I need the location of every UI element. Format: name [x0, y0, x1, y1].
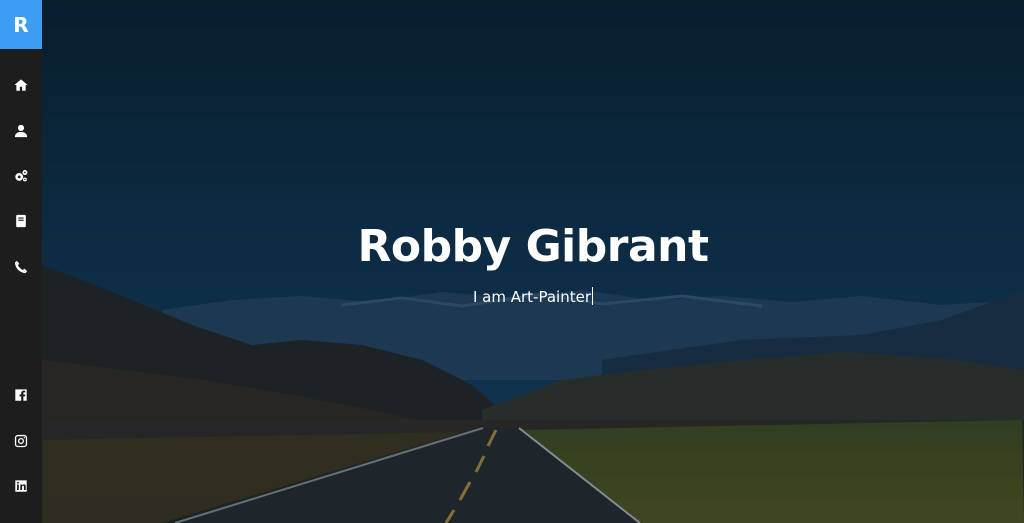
home-icon — [14, 79, 28, 91]
book-icon — [16, 214, 26, 228]
social-instagram[interactable] — [0, 424, 42, 458]
phone-icon — [14, 260, 28, 274]
gears-icon — [15, 170, 28, 182]
user-icon — [14, 124, 28, 138]
facebook-icon — [15, 389, 27, 401]
hero-section: Robby Gibrant I am Art-Painter — [42, 0, 1024, 523]
nav-contact[interactable] — [0, 250, 42, 284]
instagram-icon — [14, 434, 28, 448]
hero-name: Robby Gibrant — [357, 221, 709, 272]
social-facebook[interactable] — [0, 378, 42, 412]
typed-text: I am Art-Painter — [472, 288, 591, 306]
linkedin-icon — [15, 480, 27, 492]
typing-cursor — [592, 287, 593, 305]
social-linkedin[interactable] — [0, 469, 42, 503]
nav-home[interactable] — [0, 68, 42, 102]
hero-typed-line: I am Art-Painter — [42, 287, 1024, 306]
nav-about[interactable] — [0, 114, 42, 148]
nav-portfolio[interactable] — [0, 204, 42, 238]
logo[interactable]: R — [0, 0, 42, 49]
nav-services[interactable] — [0, 159, 42, 193]
sidebar: R — [0, 0, 42, 523]
